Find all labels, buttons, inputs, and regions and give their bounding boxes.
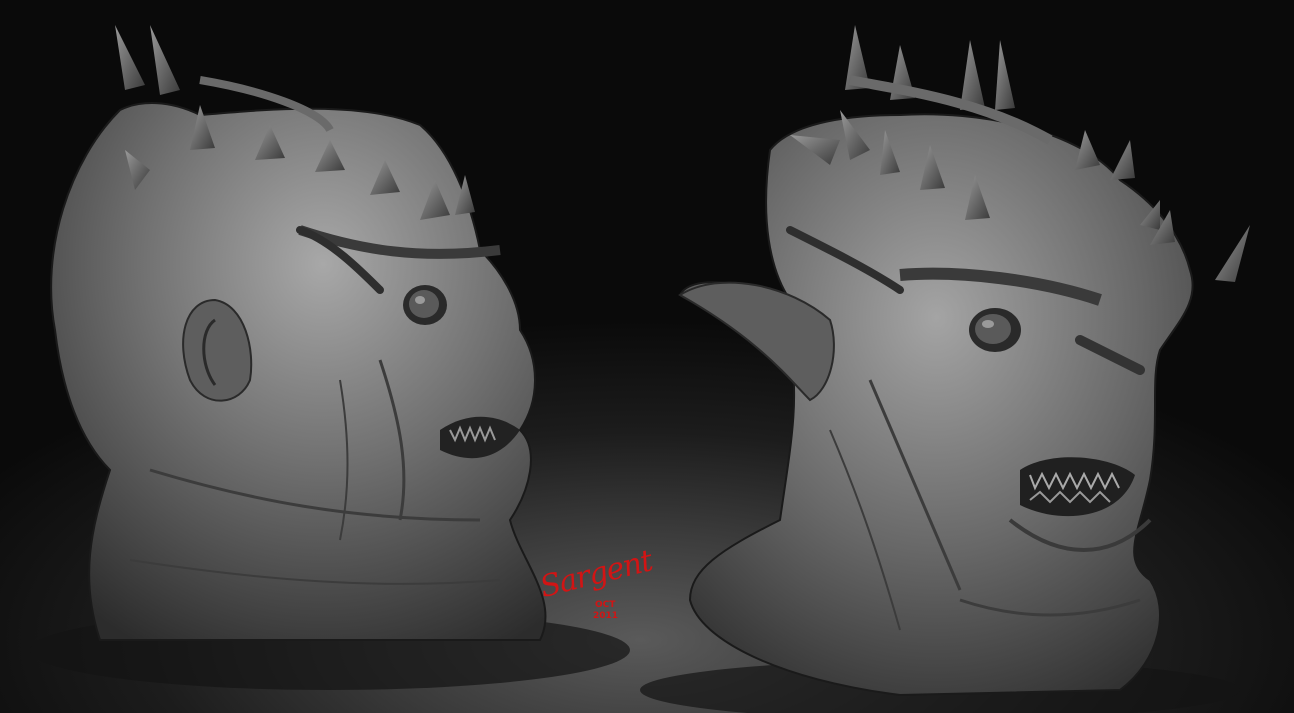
artist-signature: Sargent OCT 2011 [527, 543, 657, 636]
right-creature-bust [678, 25, 1250, 697]
left-creature-bust [50, 25, 547, 641]
render-canvas: Sargent OCT 2011 [0, 0, 1294, 713]
signature-year: 2011 [593, 611, 619, 621]
signature-month: OCT [595, 600, 616, 610]
